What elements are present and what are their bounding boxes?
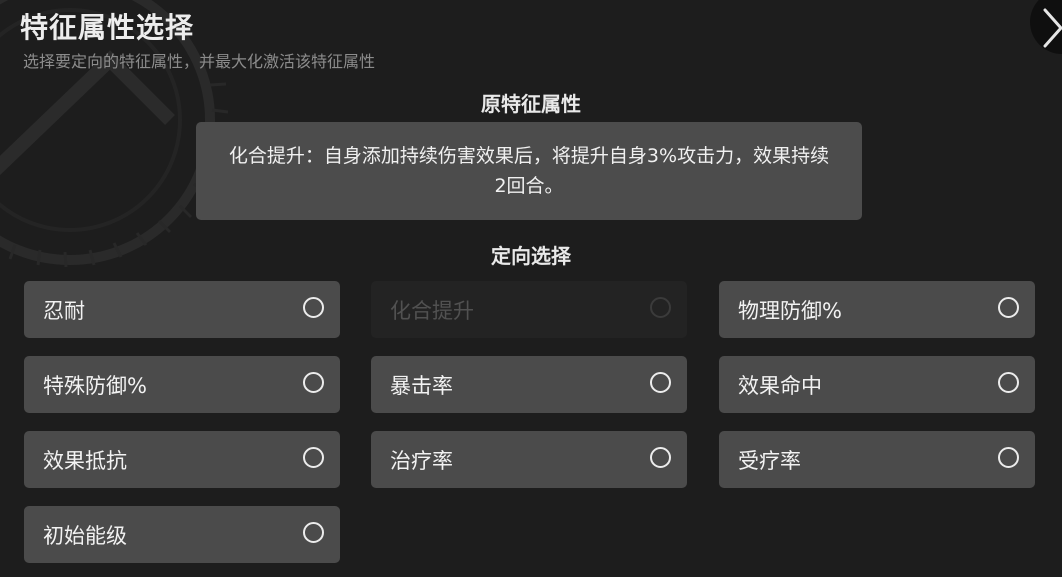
- directed-selection-title: 定向选择: [491, 244, 571, 268]
- option-label: 暴击率: [390, 374, 453, 398]
- option-label: 效果命中: [738, 374, 822, 398]
- radio-circle-icon: [650, 297, 671, 318]
- page-title: 特征属性选择: [20, 11, 195, 44]
- option-item[interactable]: 效果命中: [719, 356, 1035, 413]
- radio-circle-icon[interactable]: [650, 372, 671, 393]
- original-attribute-description: 化合提升：自身添加持续伤害效果后，将提升自身3%攻击力，效果持续2回合。: [228, 145, 830, 197]
- option-label: 物理防御%: [738, 299, 842, 323]
- option-label: 化合提升: [390, 299, 474, 323]
- option-label: 特殊防御%: [43, 374, 147, 398]
- radio-circle-icon[interactable]: [998, 372, 1019, 393]
- option-item[interactable]: 治疗率: [371, 431, 687, 488]
- option-label: 受疗率: [738, 449, 801, 473]
- option-item[interactable]: 初始能级: [24, 506, 340, 563]
- option-item[interactable]: 效果抵抗: [24, 431, 340, 488]
- page-subtitle: 选择要定向的特征属性，并最大化激活该特征属性: [23, 52, 376, 71]
- chevron-right-icon: [1043, 8, 1062, 48]
- option-item[interactable]: 特殊防御%: [24, 356, 340, 413]
- radio-circle-icon[interactable]: [303, 297, 324, 318]
- radio-circle-icon[interactable]: [303, 372, 324, 393]
- option-label: 治疗率: [390, 449, 453, 473]
- option-label: 初始能级: [43, 524, 127, 548]
- radio-circle-icon[interactable]: [650, 447, 671, 468]
- option-label: 效果抵抗: [43, 449, 127, 473]
- radio-circle-icon[interactable]: [998, 297, 1019, 318]
- option-item[interactable]: 暴击率: [371, 356, 687, 413]
- option-item: 化合提升: [371, 281, 687, 338]
- original-attribute-title: 原特征属性: [481, 92, 581, 116]
- option-item[interactable]: 物理防御%: [719, 281, 1035, 338]
- option-label: 忍耐: [43, 299, 85, 323]
- option-item[interactable]: 受疗率: [719, 431, 1035, 488]
- close-button[interactable]: [1030, 0, 1062, 54]
- radio-circle-icon[interactable]: [303, 522, 324, 543]
- radio-circle-icon[interactable]: [303, 447, 324, 468]
- radio-circle-icon[interactable]: [998, 447, 1019, 468]
- original-attribute-panel: 化合提升：自身添加持续伤害效果后，将提升自身3%攻击力，效果持续2回合。: [196, 122, 862, 220]
- option-item[interactable]: 忍耐: [24, 281, 340, 338]
